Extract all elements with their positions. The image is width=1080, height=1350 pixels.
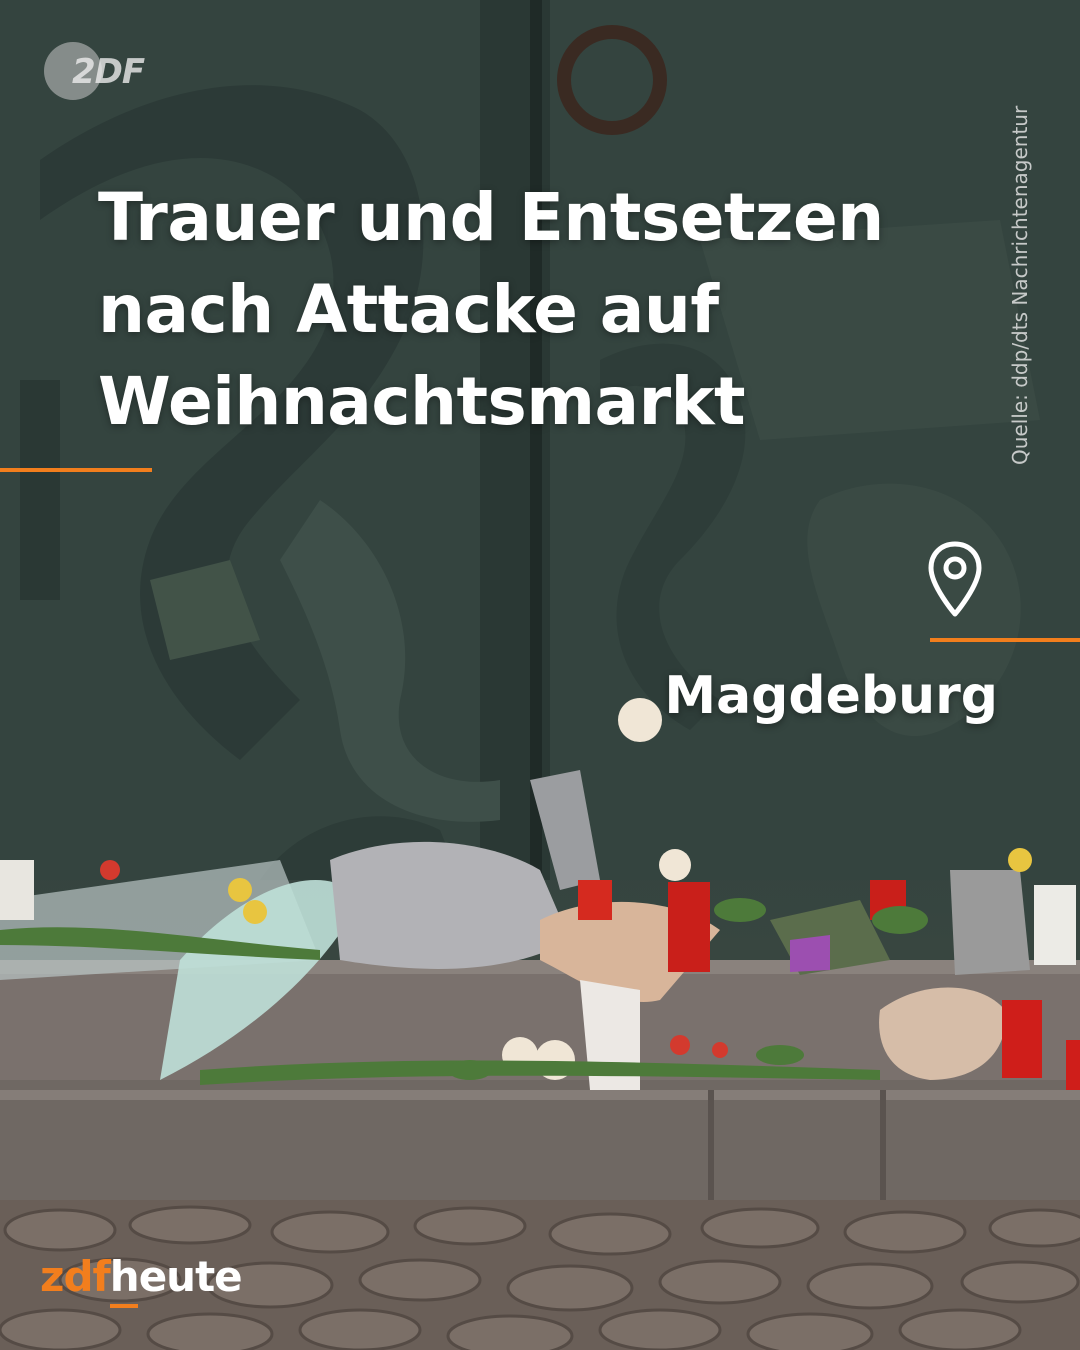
logo-heute: heute [109,1252,243,1308]
location-pin-icon [928,541,982,617]
headline: Trauer und Entsetzen nach Attacke auf We… [98,172,978,448]
headline-accent-line [0,468,152,472]
location-name: Magdeburg [664,666,998,726]
logo-zdf: zdf [40,1252,111,1301]
zdfheute-logo: zdf heute [40,1252,243,1308]
headline-line-3: Weihnachtsmarkt [98,363,746,440]
social-post-card: 2DF Trauer und Entsetzen nach Attacke au… [0,0,1080,1350]
location-accent-line [930,638,1080,642]
photo-credit: Quelle: ddp/dts Nachrichtenagentur [1008,105,1032,465]
zdf-watermark: 2DF [44,42,145,100]
watermark-text: 2DF [72,52,145,92]
headline-line-2: nach Attacke auf [98,271,719,348]
headline-line-1: Trauer und Entsetzen [98,179,884,256]
